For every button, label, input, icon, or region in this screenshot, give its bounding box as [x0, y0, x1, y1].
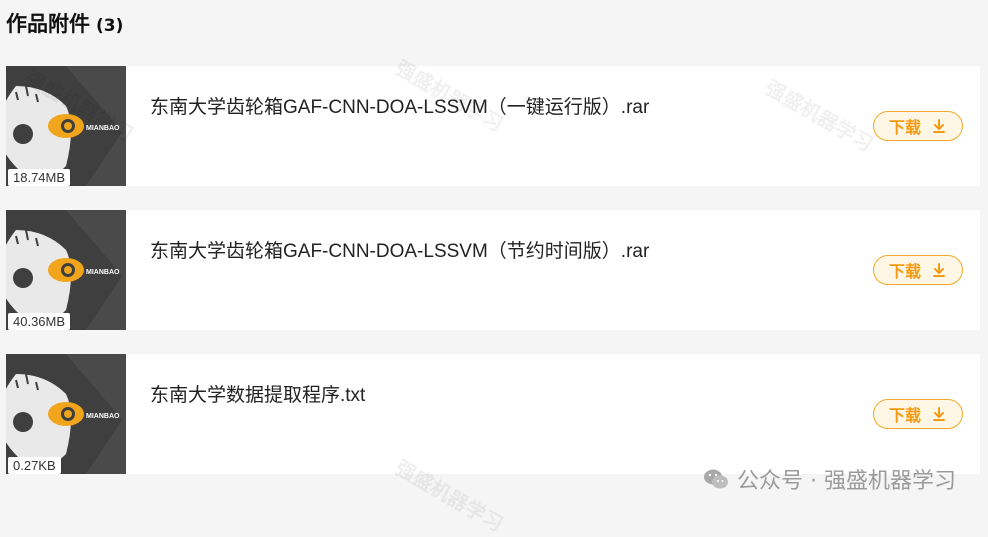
attachments-count: (3)	[96, 16, 124, 36]
download-button[interactable]: 下载	[873, 399, 963, 429]
svg-text:MIANBAO: MIANBAO	[86, 269, 120, 276]
footer-brand-text: 公众号 · 强盛机器学习	[737, 469, 956, 494]
attachment-card[interactable]: MIANBAO 0.27KB 东南大学数据提取程序.txt 下载	[6, 354, 980, 474]
download-icon	[933, 407, 945, 421]
download-label: 下载	[888, 406, 921, 425]
file-thumbnail: MIANBAO 40.36MB	[6, 210, 126, 330]
download-button[interactable]: 下载	[873, 255, 963, 285]
file-thumbnail: MIANBAO 18.74MB	[6, 66, 126, 186]
file-thumbnail: MIANBAO 0.27KB	[6, 354, 126, 474]
file-size: 0.27KB	[8, 457, 61, 474]
footer-brand: 公众号 · 强盛机器学习	[703, 463, 956, 495]
svg-text:MIANBAO: MIANBAO	[86, 125, 120, 132]
download-icon	[933, 263, 945, 277]
attachment-card[interactable]: MIANBAO 40.36MB 东南大学齿轮箱GAF-CNN-DOA-LSSVM…	[6, 210, 980, 330]
download-label: 下载	[888, 262, 921, 281]
download-button[interactable]: 下载	[873, 111, 963, 141]
attachments-header: 作品附件 (3)	[6, 8, 123, 36]
attachments-title: 作品附件	[6, 12, 90, 36]
download-label: 下载	[888, 118, 921, 137]
donut-logo-icon: MIANBAO	[6, 66, 126, 186]
download-icon	[933, 119, 945, 133]
file-size: 40.36MB	[8, 313, 71, 330]
file-name[interactable]: 东南大学数据提取程序.txt	[150, 380, 365, 407]
file-name[interactable]: 东南大学齿轮箱GAF-CNN-DOA-LSSVM（一键运行版）.rar	[150, 92, 649, 119]
attachment-card[interactable]: MIANBAO 18.74MB 东南大学齿轮箱GAF-CNN-DOA-LSSVM…	[6, 66, 980, 186]
svg-text:MIANBAO: MIANBAO	[86, 413, 120, 420]
wechat-icon	[704, 469, 729, 489]
file-size: 18.74MB	[8, 169, 71, 186]
donut-logo-icon: MIANBAO	[6, 210, 126, 330]
file-name[interactable]: 东南大学齿轮箱GAF-CNN-DOA-LSSVM（节约时间版）.rar	[150, 236, 649, 263]
donut-logo-icon: MIANBAO	[6, 354, 126, 474]
